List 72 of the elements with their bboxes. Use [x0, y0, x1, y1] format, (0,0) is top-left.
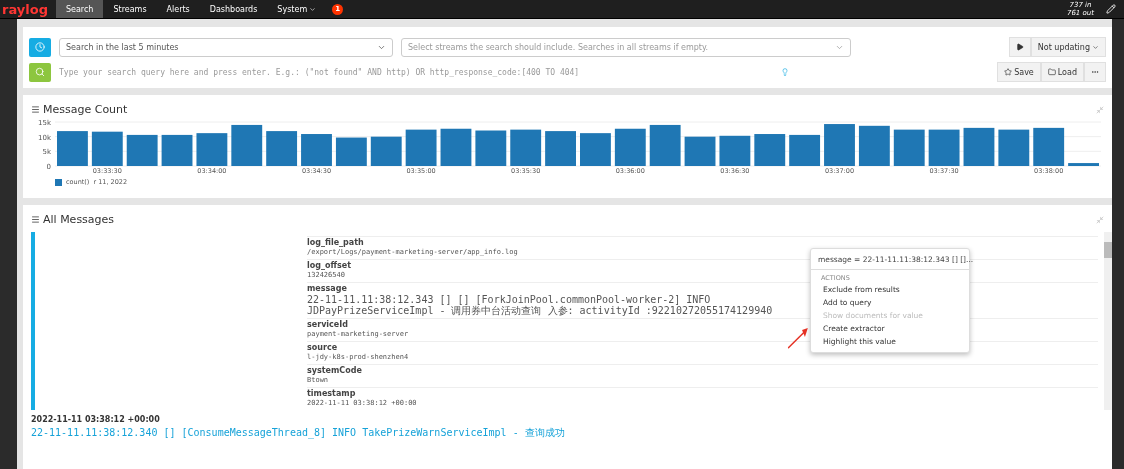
bar	[893, 129, 925, 166]
lightbulb-icon[interactable]	[781, 68, 790, 76]
caret-icon	[309, 5, 317, 13]
clock-icon	[35, 42, 45, 52]
field-name: source	[307, 343, 338, 353]
bar	[231, 124, 263, 166]
search-icon	[35, 67, 45, 77]
field-name: timestamp	[307, 389, 356, 399]
panel-title: Message Count	[43, 103, 128, 116]
bar	[335, 137, 367, 166]
bar	[57, 131, 88, 166]
bar	[1068, 163, 1099, 166]
field-name: serviceId	[307, 320, 348, 330]
bar	[196, 133, 228, 166]
scrollbar[interactable]	[1104, 232, 1112, 410]
menu-icon[interactable]	[31, 105, 40, 114]
bar	[1033, 127, 1065, 166]
bar	[684, 136, 716, 166]
time-range-button[interactable]	[29, 37, 51, 57]
bar	[719, 135, 751, 166]
nav-tab[interactable]: Dashboards	[199, 0, 268, 18]
bar	[928, 129, 960, 166]
search-button[interactable]	[29, 62, 51, 82]
more-icon	[1091, 68, 1099, 76]
field-name: log_offset	[307, 261, 351, 271]
bar	[301, 134, 332, 166]
field-name: message	[307, 284, 347, 294]
bar	[545, 131, 576, 166]
bar	[789, 134, 821, 166]
legend-swatch	[55, 178, 62, 186]
save-button[interactable]: Save	[997, 62, 1041, 82]
nav-tab[interactable]: Alerts	[156, 0, 200, 18]
nav-tab[interactable]: Streams	[103, 0, 157, 18]
bar	[266, 131, 298, 166]
nav-tab[interactable]: Search	[55, 0, 104, 18]
bar	[510, 129, 542, 166]
bar	[754, 134, 786, 166]
bar	[91, 131, 123, 166]
bar	[161, 134, 193, 166]
collapse-icon[interactable]	[1096, 215, 1104, 224]
bar	[580, 133, 611, 166]
menu-icon[interactable]	[31, 215, 40, 224]
bar	[475, 130, 507, 166]
field-value[interactable]: 22-11-11.11:38:12.343 [] [] [ForkJoinPool.commonPool-worker-2] INFO JDPayPrizeServiceImpl - 调用券中台活动查询 入参: activityId :92210272055174129940	[307, 294, 802, 316]
nav-tab[interactable]: System	[267, 0, 327, 18]
field-name: log_file_path	[307, 238, 364, 248]
load-button[interactable]: Load	[1040, 62, 1084, 82]
bar	[998, 129, 1030, 166]
arrow-annotation	[787, 326, 809, 350]
play-button[interactable]	[1008, 37, 1031, 57]
collapse-icon[interactable]	[1096, 105, 1104, 114]
folder-icon	[1047, 68, 1056, 76]
bar	[370, 136, 402, 166]
bar	[440, 128, 472, 166]
bar	[824, 124, 855, 166]
bar	[126, 134, 158, 166]
play-icon	[1015, 43, 1024, 51]
edit-icon[interactable]	[1106, 4, 1116, 14]
bar	[963, 127, 995, 166]
bar	[649, 124, 681, 166]
bar	[405, 129, 437, 166]
more-button[interactable]	[1084, 62, 1106, 82]
message-timestamp: 2022-11-11 03:38:12 +00:00	[31, 415, 161, 424]
bar	[614, 128, 646, 166]
panel-title: All Messages	[43, 213, 115, 226]
caret-icon	[1092, 43, 1099, 51]
refresh-dropdown[interactable]: Not updating	[1030, 37, 1106, 57]
field-name: systemCode	[307, 366, 362, 376]
star-icon	[1004, 68, 1013, 76]
bar	[858, 125, 890, 166]
time-range-select[interactable]: Search in the last 5 minutes	[59, 37, 393, 57]
logo[interactable]: raylog	[0, 1, 56, 17]
